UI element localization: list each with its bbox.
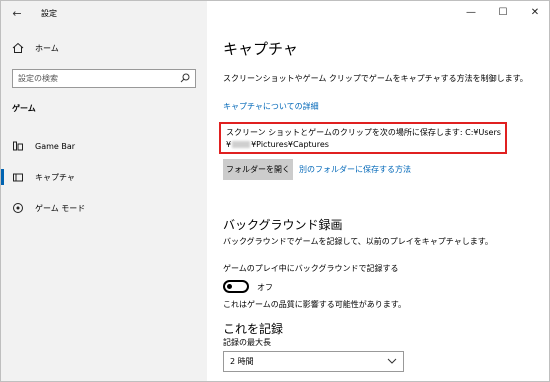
sidebar-item-label: キャプチャ xyxy=(35,172,75,182)
sidebar: ← 設定 ホーム ゲーム xyxy=(1,1,207,381)
sidebar-item-label: ホーム xyxy=(35,43,59,53)
path-suffix: ¥Pictures¥Captures xyxy=(251,140,329,149)
main-pane: — ☐ ✕ キャプチャ スクリーンショットやゲーム クリップでゲームをキャプチャ… xyxy=(207,1,549,381)
back-arrow-icon: ← xyxy=(12,6,22,20)
impact-note: これはゲームの品質に影響する可能性があります。 xyxy=(223,300,406,309)
sidebar-item-game-mode[interactable]: ゲーム モード xyxy=(1,197,207,219)
sidebar-item-game-bar[interactable]: Game Bar xyxy=(1,135,207,157)
bg-record-option-label: ゲームのプレイ中にバックグラウンドで記録する xyxy=(223,264,399,273)
home-icon xyxy=(11,41,25,55)
capture-icon xyxy=(11,170,25,184)
app-title: 設定 xyxy=(41,8,57,18)
chevron-down-icon xyxy=(387,357,397,366)
selection-indicator xyxy=(1,169,4,185)
max-length-dropdown[interactable]: 2 時間 xyxy=(223,351,404,372)
settings-window: ← 設定 ホーム ゲーム xyxy=(0,0,550,382)
toggle-knob xyxy=(227,284,232,289)
dropdown-value: 2 時間 xyxy=(230,357,254,366)
search-box[interactable] xyxy=(12,69,196,88)
blurred-username xyxy=(232,141,251,148)
page-description: スクリーンショットやゲーム クリップでゲームをキャプチャする方法を制御します。 xyxy=(223,74,528,83)
window-controls: — ☐ ✕ xyxy=(455,1,549,25)
game-bar-icon xyxy=(11,139,25,153)
path-prefix: ¥ xyxy=(226,140,232,149)
open-folder-button[interactable]: フォルダーを開く xyxy=(223,159,293,180)
search-icon[interactable] xyxy=(180,73,190,85)
sidebar-section-heading: ゲーム xyxy=(12,104,36,113)
toggle-state-label: オフ xyxy=(257,283,273,292)
other-folder-link[interactable]: 別のフォルダーに保存する方法 xyxy=(299,164,411,175)
max-length-label: 記録の最大長 xyxy=(223,338,271,347)
sidebar-item-capture[interactable]: キャプチャ xyxy=(1,166,207,188)
close-icon: ✕ xyxy=(530,6,540,18)
search-input[interactable] xyxy=(18,74,168,83)
bg-record-title: バックグラウンド録画 xyxy=(223,218,343,232)
capture-details-link[interactable]: キャプチャについての詳細 xyxy=(223,101,319,112)
maximize-button[interactable]: ☐ xyxy=(487,1,519,23)
sidebar-item-home[interactable]: ホーム xyxy=(1,37,207,59)
bg-record-toggle[interactable] xyxy=(223,280,249,293)
save-location-text: スクリーン ショットとゲームのクリップを次の場所に保存します: C:¥Users xyxy=(226,128,501,137)
record-this-title: これを記録 xyxy=(223,322,284,336)
maximize-icon: ☐ xyxy=(498,6,508,18)
sidebar-item-label: ゲーム モード xyxy=(35,203,86,213)
title-bar: ← 設定 xyxy=(1,1,207,25)
save-location-highlight: スクリーン ショットとゲームのクリップを次の場所に保存します: C:¥Users… xyxy=(219,122,507,154)
sidebar-item-label: Game Bar xyxy=(35,141,76,151)
back-button[interactable]: ← xyxy=(1,1,33,25)
save-location-path: ¥ ¥Pictures¥Captures xyxy=(226,140,329,149)
game-mode-icon xyxy=(11,201,25,215)
close-button[interactable]: ✕ xyxy=(519,1,549,23)
page-title: キャプチャ xyxy=(223,40,298,58)
bg-record-description: バックグラウンドでゲームを記録して、以前のプレイをキャプチャします。 xyxy=(223,237,493,246)
minimize-icon: — xyxy=(466,6,476,18)
minimize-button[interactable]: — xyxy=(455,1,487,23)
